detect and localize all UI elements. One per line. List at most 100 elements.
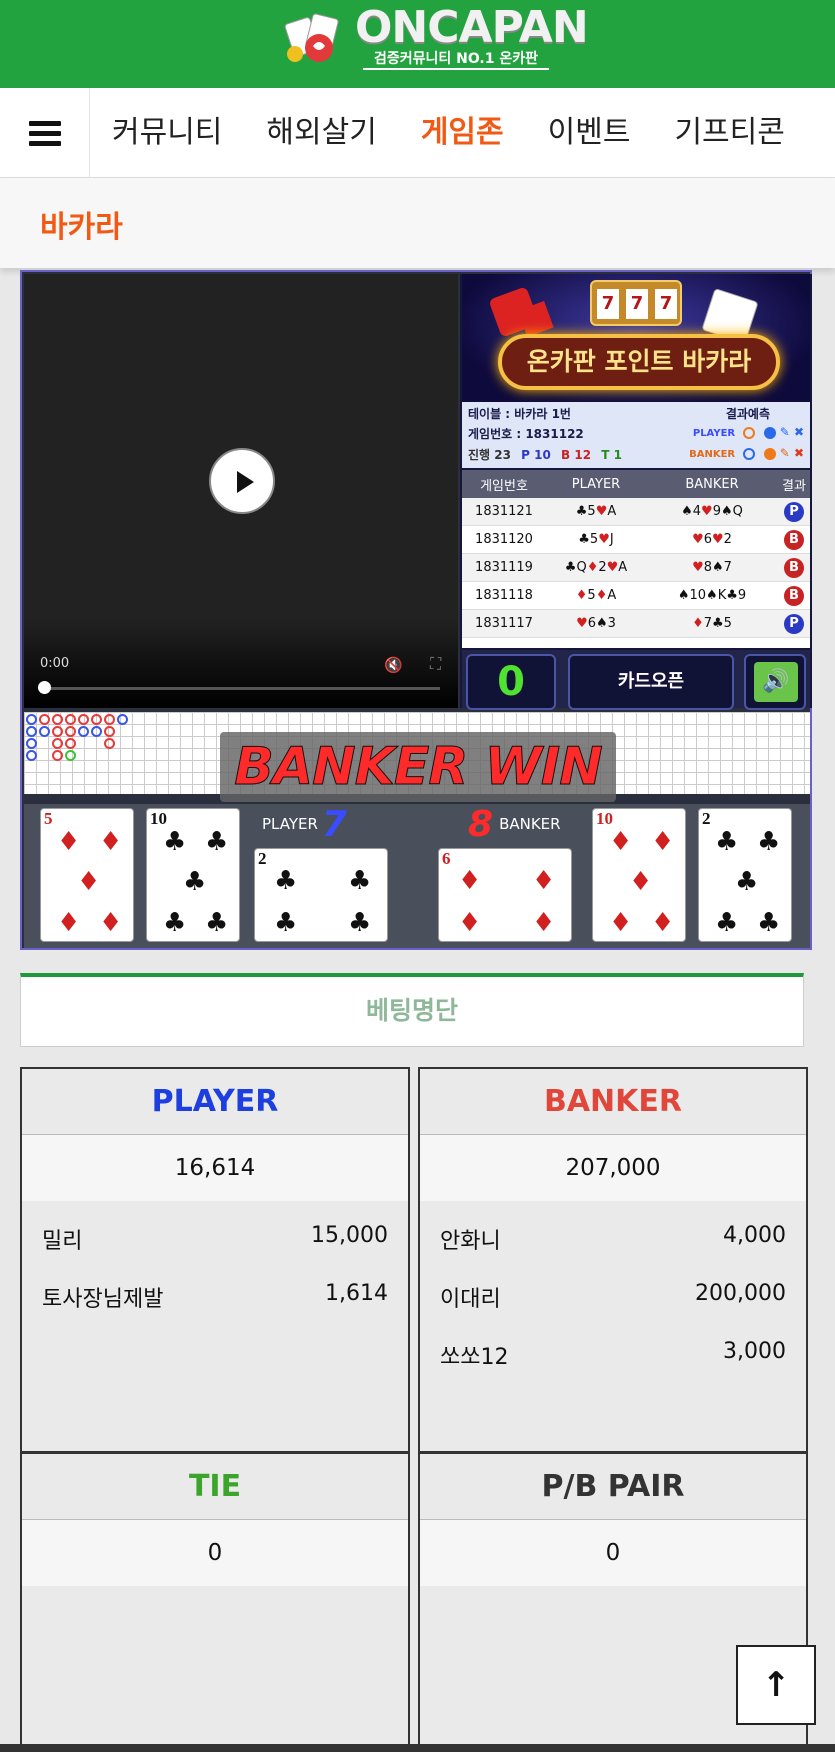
road-dot [52,750,63,761]
card-rank: 10 [150,809,167,828]
bet-amount: 3,000 [723,1339,786,1364]
page-title: 바카라 [40,210,123,245]
road-dot [65,750,76,761]
history-table: 게임번호 PLAYER BANKER 결과 1831121 ♣5♥A ♠4♥9♠Q P… [462,470,810,648]
counter-display: 0 [466,654,556,710]
nav-item-gamezone[interactable]: 게임존 [399,88,526,178]
mute-icon[interactable]: 🔇 [384,656,403,674]
banker-score-label: 8 BANKER [468,804,561,845]
bet-amount: 4,000 [723,1223,786,1248]
banker-bets-entries: 안화니 4,000 이대리 200,000 쏘쏘12 3,000 [420,1201,806,1379]
history-game-id: 1831121 [475,504,533,519]
player-score: 7 [321,804,347,845]
card-suit-icon: ♣ [274,866,298,896]
nav-item-community[interactable]: 커뮤니티 [90,88,244,178]
main-nav: 커뮤니티 해외살기 게임존 이벤트 기프티콘 [0,88,835,178]
bet-entry: 토사장님제발 1,614 [22,1263,408,1321]
history-banker-cards: ♥8♠7 [692,560,732,575]
bettor-name: 안화니 [440,1229,501,1254]
player-count: P 10 [521,448,551,462]
player-bets-entries: 밀리 15,000 토사장님제발 1,614 [22,1201,408,1321]
bettor-name: 쏘쏘12 [440,1345,509,1370]
playing-card: 6 ♦ ♦ ♦ ♦ [438,848,572,942]
video-progress-bar[interactable] [40,687,440,690]
card-suit-icon: ♦ [609,827,633,857]
video-time: 0:00 [40,656,70,671]
logo-text: ONCAPAN [355,2,589,53]
player-bets-title: PLAYER [22,1069,408,1135]
pencil-icon[interactable]: ✎ [780,425,790,439]
sound-button[interactable]: 🔊 [744,654,806,710]
history-banker-cards: ♠10♠K♣9 [677,588,747,603]
bottom-bar [0,1744,835,1752]
banker-score: 8 [468,804,494,845]
card-suit-icon: ♦ [458,908,482,938]
fullscreen-icon[interactable]: ⛶ [430,654,441,674]
player-label-text: PLAYER [262,815,318,833]
bet-amount: 1,614 [325,1281,388,1306]
card-table: PLAYER 7 8 BANKER 5 ♦ ♦ ♦ ♦ ♦ 10 ♣ ♣ ♣ ♣ ♣ 2 ♣ ♣ ♣ ♣ 6 ♦ ♦ ♦ ♦ 1… [24,804,810,948]
dice-icon [488,286,540,338]
play-button[interactable] [209,448,275,514]
banker-hollow-icon[interactable] [743,447,756,460]
card-suit-icon: ♣ [757,908,781,938]
video-player[interactable]: 0:00 🔇 ⛶ [24,274,458,708]
playing-card: 2 ♣ ♣ ♣ ♣ [254,848,388,942]
pair-bets-title: P/B PAIR [420,1454,806,1520]
card-suit-icon: ♣ [163,908,187,938]
tie-bets-total: 0 [22,1520,408,1586]
slot-machine-icon: 777 [590,280,682,326]
nav-item-event[interactable]: 이벤트 [526,88,653,178]
playing-card: 5 ♦ ♦ ♦ ♦ ♦ [40,808,134,942]
close-icon[interactable]: ✖ [794,425,804,439]
arrow-up-icon: ↑ [761,1665,791,1705]
history-player-cards: ♣5♥A [575,504,617,519]
hamburger-menu-button[interactable] [0,88,90,178]
slot-symbol: 7 [597,289,619,319]
nav-item-overseas[interactable]: 해외살기 [244,88,398,178]
site-logo[interactable]: ONCAPAN 검증커뮤니티 NO.1 온카판 [283,2,589,70]
table-label: 테이블 : 바카라 1번 [468,407,571,421]
pencil-icon[interactable]: ✎ [780,446,790,460]
result-banner: BANKER WIN [220,732,616,802]
history-header-cell: 결과 [782,478,806,494]
road-dot [26,750,37,761]
player-hollow-icon[interactable] [743,426,756,439]
slot-symbol: 7 [655,289,677,319]
card-suit-icon: ♣ [205,827,229,857]
playing-card: 10 ♦ ♦ ♦ ♦ ♦ [592,808,686,942]
video-progress-knob[interactable] [38,681,51,694]
tie-count: T 1 [601,448,622,462]
baccarat-game: 0:00 🔇 ⛶ 7 7 7 온카판 포인트 바카라 테이블 : 바카라 1번 결과… [20,270,812,950]
game-number-label: 게임번호 : 1831122 [468,427,584,441]
history-result: B [778,557,810,578]
player-filled-icon[interactable] [763,426,776,439]
bet-entry: 밀리 15,000 [22,1205,408,1263]
road-dot [26,726,37,737]
history-result: P [778,613,810,634]
result-badge: B [784,585,804,606]
playing-card: 10 ♣ ♣ ♣ ♣ ♣ [146,808,240,942]
road-dot [104,714,115,725]
card-rank: 10 [596,809,613,828]
progress-stats: 진행 23 P 10 B 12 T 1 [468,446,622,463]
banker-filled-icon[interactable] [763,447,776,460]
card-suit-icon: ♦ [77,867,101,897]
result-badge: B [784,529,804,550]
history-game-id: 1831119 [475,560,533,575]
card-suit-icon: ♣ [163,827,187,857]
road-dot [39,714,50,725]
card-rank: 2 [258,849,267,868]
card-suit-icon: ♣ [205,908,229,938]
card-suit-icon: ♣ [715,827,739,857]
banner-title: 온카판 포인트 바카라 [498,334,780,390]
card-rank: 6 [442,849,451,868]
bet-entry: 쏘쏘12 3,000 [420,1321,806,1379]
player-score-label: PLAYER 7 [262,804,347,845]
close-icon[interactable]: ✖ [794,446,804,460]
nav-item-gifticon[interactable]: 기프티콘 [652,88,806,178]
history-banker-cards: ♠4♥9♠Q [681,504,743,519]
scroll-to-top-button[interactable]: ↑ [736,1645,816,1725]
game-panel: 777 온카판 포인트 바카라 테이블 : 바카라 1번 결과예측 게임번호 :… [460,274,812,710]
card-open-button[interactable]: 카드오픈 [568,654,734,710]
